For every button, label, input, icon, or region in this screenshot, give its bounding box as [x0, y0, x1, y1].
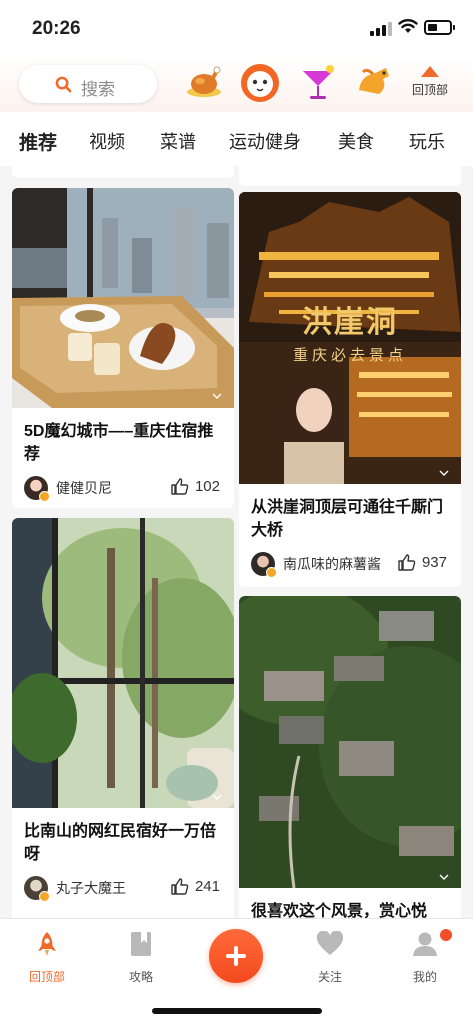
card-title: 比南山的网红民宿好一万倍呀: [24, 823, 217, 863]
content-feed: 5D魔幻城市—–重庆住宿推荐 健健贝尼 102 比南山的网红民宿好一万倍呀 丸子…: [0, 166, 473, 918]
tab-label: 我的: [412, 970, 437, 984]
like-count: 241: [194, 878, 220, 895]
search-icon: [55, 76, 72, 93]
tab-guide[interactable]: 攻略: [111, 931, 171, 985]
plus-icon[interactable]: [209, 929, 263, 983]
tab-recipe[interactable]: 菜谱: [160, 128, 196, 154]
card-title: 很喜欢这个风景，赏心悦: [251, 903, 428, 918]
avatar: [24, 876, 50, 902]
feed-card-partial[interactable]: [239, 166, 461, 186]
roast-chicken-icon[interactable]: [183, 62, 225, 104]
search-box[interactable]: 搜索: [19, 65, 157, 103]
cocktail-icon[interactable]: [297, 62, 339, 104]
category-tabs: 推荐 视频 菜谱 运动健身 美食 玩乐: [0, 112, 473, 166]
card-author[interactable]: 南瓜味的麻薯酱: [251, 552, 381, 578]
home-indicator: [152, 1008, 322, 1014]
author-name: 丸子大魔王: [56, 880, 126, 896]
like-count: 102: [194, 478, 220, 495]
chevron-down-icon: [212, 794, 222, 800]
wifi-icon: [398, 19, 418, 33]
card-image-hotel-breakfast: [12, 188, 234, 408]
card-author[interactable]: 健健贝尼: [24, 476, 112, 502]
author-name: 南瓜味的麻薯酱: [283, 556, 381, 572]
like-button[interactable]: 102: [171, 478, 220, 495]
card-image-forest-window: [12, 518, 234, 808]
avatar: [251, 552, 277, 578]
feed-card-partial[interactable]: [12, 166, 234, 178]
feed-card[interactable]: 比南山的网红民宿好一万倍呀 丸子大魔王 241: [12, 518, 234, 918]
lion-face-icon[interactable]: [239, 62, 281, 104]
thumbs-up-icon: [398, 554, 416, 571]
top-bar: 搜索 回顶部: [0, 56, 473, 112]
arrow-up-icon: [421, 66, 439, 77]
feed-card[interactable]: 很喜欢这个风景，赏心悦: [239, 596, 461, 918]
back-to-top-label: 回顶部: [411, 83, 448, 97]
chevron-down-icon: [212, 393, 222, 399]
feed-card[interactable]: 洪崖洞 重庆必去景点 从洪崖洞顶层可通往千厮门大桥 南瓜味的麻薯酱 937: [239, 192, 461, 587]
tab-follow[interactable]: 关注: [300, 930, 360, 985]
back-to-top-button[interactable]: 回顶部: [408, 66, 452, 98]
card-title: 从洪崖洞顶层可通往千厮门大桥: [251, 499, 444, 539]
thumbs-up-icon: [171, 478, 189, 495]
like-count: 937: [421, 554, 447, 571]
tab-food[interactable]: 美食: [338, 128, 374, 154]
notification-dot: [440, 929, 452, 941]
card-title: 5D魔幻城市—–重庆住宿推荐: [24, 423, 214, 463]
tab-label: 回顶部: [28, 970, 65, 984]
tab-back-to-top[interactable]: 回顶部: [17, 931, 77, 985]
author-name: 健健贝尼: [56, 480, 112, 496]
tab-video[interactable]: 视频: [89, 128, 125, 154]
like-button[interactable]: 241: [171, 878, 220, 895]
tab-label: 关注: [317, 970, 342, 984]
tab-label: 攻略: [128, 970, 153, 984]
tab-fun[interactable]: 玩乐: [409, 128, 445, 154]
status-bar: 20:26: [0, 0, 473, 56]
card-author[interactable]: 丸子大魔王: [24, 876, 126, 902]
chevron-down-icon: [439, 874, 449, 880]
avatar: [24, 476, 50, 502]
user-icon: [413, 932, 437, 956]
thumbs-up-icon: [171, 878, 189, 895]
rocket-icon: [38, 932, 56, 956]
signal-icon: [370, 22, 392, 36]
card-image-ivy-village: [239, 596, 461, 888]
chevron-down-icon: [439, 470, 449, 476]
bookmark-book-icon: [131, 932, 151, 956]
horse-icon[interactable]: [353, 62, 395, 104]
feed-card[interactable]: 5D魔幻城市—–重庆住宿推荐 健健贝尼 102: [12, 188, 234, 508]
image-caption: 洪崖洞: [302, 305, 398, 340]
like-button[interactable]: 937: [398, 554, 447, 571]
tab-fitness[interactable]: 运动健身: [229, 128, 301, 154]
heart-icon: [316, 930, 344, 955]
battery-icon: [424, 20, 455, 35]
search-placeholder: 搜索: [81, 80, 115, 99]
image-subcaption: 重庆必去景点: [292, 346, 407, 364]
tab-recommend[interactable]: 推荐: [19, 128, 58, 157]
status-time: 20:26: [32, 18, 81, 39]
